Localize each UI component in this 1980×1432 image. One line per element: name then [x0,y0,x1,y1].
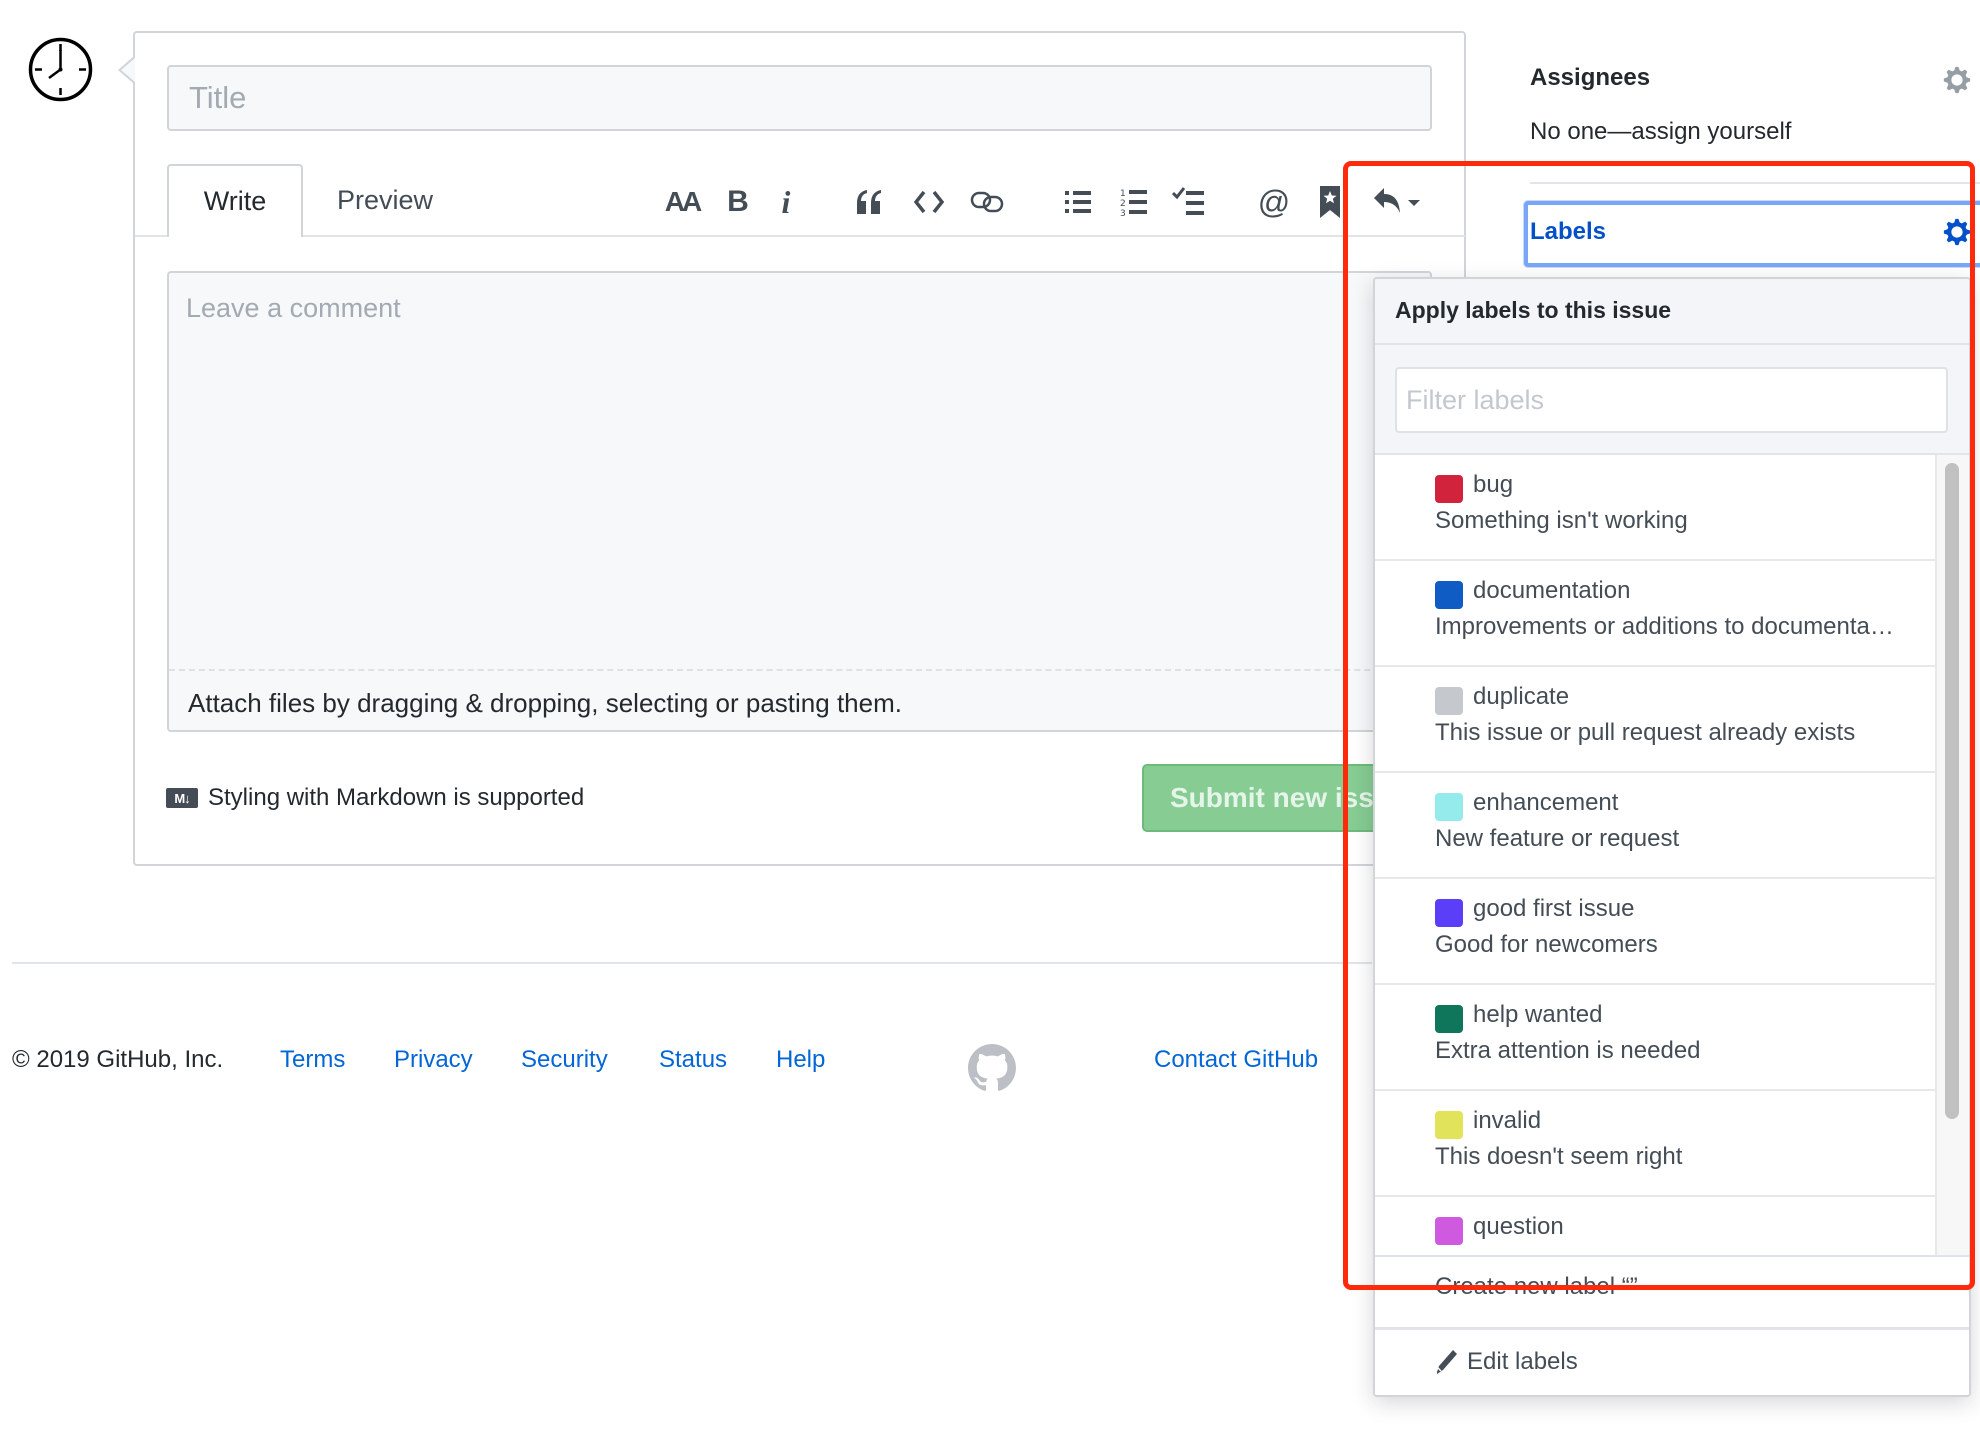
attach-divider [169,669,1430,671]
footer-link-contact[interactable]: Contact GitHub [1154,1046,1318,1074]
svg-text:1: 1 [1120,189,1126,199]
label-name: invalid [1473,1107,1542,1134]
quote-button[interactable] [852,182,886,222]
reply-icon [1374,188,1420,213]
labels-scrollbar[interactable] [1935,455,1969,1270]
sidebar-divider [1530,182,1980,184]
label-description: Good for newcomers [1435,931,1658,958]
markdown-icon: M↓ [166,788,198,808]
label-color-swatch [1435,1111,1463,1139]
tab-preview[interactable]: Preview [310,164,460,237]
dropdown-header: Apply labels to this issue [1375,279,1969,345]
comment-box: Attach files by dragging & dropping, sel… [167,271,1432,732]
footer-link-status[interactable]: Status [659,1046,727,1074]
label-item[interactable]: enhancement New feature or request [1375,773,1935,879]
markdown-note[interactable]: M↓ Styling with Markdown is supported [166,784,584,812]
footer-link-security[interactable]: Security [521,1046,608,1074]
label-description: New feature or request [1435,825,1680,852]
link-icon [970,191,1004,213]
edit-labels-item[interactable]: Edit labels [1375,1327,1969,1395]
code-button[interactable] [912,182,946,222]
task-list-icon [1172,187,1204,215]
assign-yourself-link[interactable]: No one—assign yourself [1530,118,1791,146]
label-name: enhancement [1473,789,1619,816]
attach-files-text[interactable]: Attach files by dragging & dropping, sel… [188,688,902,719]
labels-gear-icon[interactable] [1942,217,1972,247]
unordered-list-button[interactable] [1062,182,1094,222]
tab-write-cover [169,234,301,238]
assignees-heading[interactable]: Assignees [1530,64,1650,92]
footer-link-terms[interactable]: Terms [280,1046,345,1074]
text-size-button[interactable]: AA [660,182,704,222]
label-item[interactable]: invalid This doesn't seem right [1375,1091,1935,1197]
label-item[interactable]: bug Something isn't working [1375,455,1935,561]
label-color-swatch [1435,475,1463,503]
label-color-swatch [1435,899,1463,927]
filter-wrapper [1375,345,1969,455]
label-description: This issue or pull request already exist… [1435,719,1856,746]
label-name: bug [1473,471,1514,498]
saved-reply-bookmark-icon [1320,186,1340,218]
label-description: Something isn't working [1435,507,1688,534]
pencil-icon [1437,1350,1457,1374]
create-new-label-item[interactable]: Create new label “” [1375,1255,1969,1327]
label-name: help wanted [1473,1001,1603,1028]
label-color-swatch [1435,1217,1463,1245]
label-description: This doesn't seem right [1435,1143,1683,1170]
svg-text:2: 2 [1120,199,1126,209]
labels-dropdown: Apply labels to this issue bug Something … [1373,277,1971,1397]
task-list-button[interactable] [1170,182,1208,222]
comment-textarea[interactable] [169,273,1430,669]
form-pointer-inner [121,58,135,82]
label-description: Extra attention is needed [1435,1037,1701,1064]
tab-write[interactable]: Write [167,164,303,237]
label-name: documentation [1473,577,1631,604]
code-icon [914,190,944,214]
bold-icon: B [727,185,749,218]
clock-avatar-icon [28,37,93,102]
filter-labels-input[interactable] [1395,367,1948,433]
svg-text:3: 3 [1120,209,1126,217]
saved-reply-button[interactable] [1318,182,1342,222]
mention-icon: @ [1257,183,1291,220]
labels-list: bug Something isn't working documentation I… [1375,455,1935,1270]
label-color-swatch [1435,687,1463,715]
label-item[interactable]: good first issue Good for newcomers [1375,879,1935,985]
chevron-down-icon [1408,200,1420,206]
footer-link-privacy[interactable]: Privacy [394,1046,473,1074]
unordered-list-icon [1065,191,1091,213]
quote-icon [857,190,881,214]
footer-divider [12,962,1372,964]
bold-button[interactable]: B [722,182,754,222]
issue-title-input[interactable] [167,65,1432,131]
edit-labels-text: Edit labels [1467,1348,1578,1375]
label-name: question [1473,1213,1564,1240]
ordered-list-icon: 123 [1120,189,1147,217]
label-item[interactable]: documentation Improvements or additions t… [1375,561,1935,667]
assignees-gear-icon[interactable] [1942,65,1972,95]
italic-button[interactable]: i [774,182,798,222]
labels-scrollbar-thumb[interactable] [1945,463,1959,1119]
label-color-swatch [1435,1005,1463,1033]
footer-link-help[interactable]: Help [776,1046,825,1074]
footer-copyright: © 2019 GitHub, Inc. [12,1046,224,1073]
label-description: Improvements or additions to documenta… [1435,613,1894,640]
github-logo-icon[interactable] [968,1044,1016,1092]
ordered-list-button[interactable]: 123 [1118,182,1150,222]
mention-button[interactable]: @ [1256,182,1292,222]
link-button[interactable] [968,182,1006,222]
label-color-swatch [1435,581,1463,609]
markdown-note-text: Styling with Markdown is supported [208,784,585,811]
label-name: good first issue [1473,895,1635,922]
reply-dropdown-button[interactable] [1370,182,1426,222]
label-item[interactable]: duplicate This issue or pull request alre… [1375,667,1935,773]
italic-icon: i [781,183,791,220]
labels-heading[interactable]: Labels [1530,218,1606,246]
label-item[interactable]: help wanted Extra attention is needed [1375,985,1935,1091]
label-color-swatch [1435,793,1463,821]
label-name: duplicate [1473,683,1570,710]
text-size-icon: AA [664,186,702,217]
